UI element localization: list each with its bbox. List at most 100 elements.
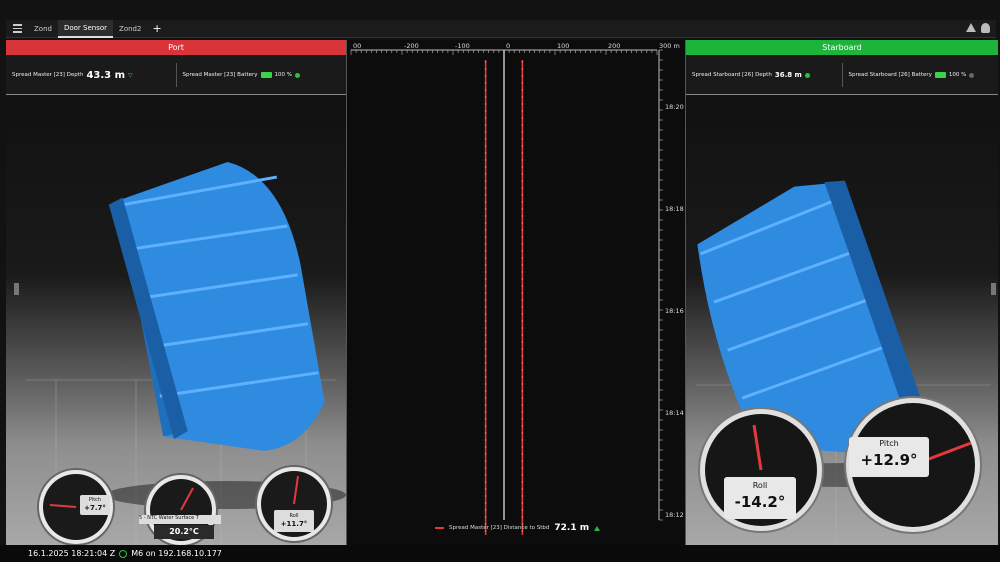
series-point bbox=[484, 187, 487, 189]
x-tick-label: 00 bbox=[353, 42, 361, 50]
series-point bbox=[484, 355, 487, 357]
menu-icon[interactable] bbox=[6, 20, 28, 38]
starboard-depth-value: 36.8 m bbox=[774, 71, 802, 79]
series-point bbox=[521, 474, 524, 476]
series-point bbox=[484, 313, 487, 315]
port-roll-value: +11.7° bbox=[280, 520, 308, 528]
series-point bbox=[521, 418, 524, 420]
series-point bbox=[484, 222, 487, 224]
series-point bbox=[484, 96, 487, 98]
tab-zond2[interactable]: Zond2 bbox=[113, 20, 147, 38]
starboard-roll-label: Roll bbox=[752, 481, 768, 490]
series-point bbox=[521, 432, 524, 434]
series-swatch bbox=[435, 527, 444, 529]
battery-icon bbox=[934, 72, 946, 78]
left-resize-handle[interactable] bbox=[14, 283, 19, 295]
series-point bbox=[484, 110, 487, 112]
series-point bbox=[484, 208, 487, 210]
series-point bbox=[521, 292, 524, 294]
series-point bbox=[484, 299, 487, 301]
series-point bbox=[484, 89, 487, 91]
series-point bbox=[521, 166, 524, 168]
series-point bbox=[521, 397, 524, 399]
series-point bbox=[521, 306, 524, 308]
series-point bbox=[521, 61, 524, 63]
series-point bbox=[521, 215, 524, 217]
starboard-battery-value: 100 % bbox=[948, 72, 967, 78]
series-point bbox=[521, 362, 524, 364]
port-3d-view[interactable]: Pitch +7.7° 5 - NTC Water Surface T 20.2… bbox=[6, 95, 346, 545]
series-point bbox=[521, 89, 524, 91]
user-icon[interactable] bbox=[981, 23, 990, 33]
series-point bbox=[484, 369, 487, 371]
series-point bbox=[521, 145, 524, 147]
tab-door-sensor[interactable]: Door Sensor bbox=[57, 19, 114, 38]
port-title: Port bbox=[6, 40, 346, 55]
series-point bbox=[484, 306, 487, 308]
legend-value: 72.1 m bbox=[554, 523, 590, 533]
series-point bbox=[521, 411, 524, 413]
trend-down-icon: ▽ bbox=[128, 71, 133, 79]
series-point bbox=[521, 250, 524, 252]
distance-chart[interactable]: 00 -200 -100 0 100 200 300 m 18:20 18:18 18:16 18:… bbox=[346, 40, 686, 545]
status-icon bbox=[969, 72, 975, 78]
x-tick-label: 100 bbox=[557, 42, 569, 50]
series-point bbox=[521, 222, 524, 224]
series-point bbox=[484, 61, 487, 63]
series-point bbox=[521, 341, 524, 343]
series-point bbox=[484, 103, 487, 105]
series-point bbox=[521, 124, 524, 126]
starboard-pitch-value: +12.9° bbox=[860, 451, 918, 469]
series-point bbox=[521, 334, 524, 336]
port-roll-label: Roll bbox=[289, 513, 299, 519]
series-point bbox=[521, 110, 524, 112]
series-point bbox=[521, 75, 524, 77]
series-point bbox=[521, 271, 524, 273]
series-point bbox=[484, 166, 487, 168]
port-depth-label: Spread Master [23] Depth bbox=[12, 72, 84, 78]
port-depth-widget[interactable]: Spread Master [23] Depth 43.3 m ▽ bbox=[6, 63, 177, 87]
series-point bbox=[521, 201, 524, 203]
battery-icon bbox=[260, 72, 272, 78]
status-datetime: 16.1.2025 18:21:04 Z bbox=[28, 549, 116, 558]
starboard-roll-value: -14.2° bbox=[734, 493, 786, 511]
status-host: M6 on 192.168.10.177 bbox=[131, 549, 222, 558]
series-point bbox=[484, 425, 487, 427]
tab-bar: Zond Door Sensor Zond2 + bbox=[6, 19, 996, 38]
tab-zond[interactable]: Zond bbox=[28, 20, 58, 38]
series-point bbox=[521, 404, 524, 406]
distance-chart-svg: 00 -200 -100 0 100 200 300 m 18:20 18:18 18:16 18:… bbox=[350, 42, 684, 535]
series-point bbox=[484, 411, 487, 413]
port-panel: Port Spread Master [23] Depth 43.3 m ▽ S… bbox=[6, 40, 346, 545]
starboard-3d-view[interactable]: Roll -14.2° Pitch +12.9° bbox=[686, 95, 998, 545]
x-tick-label: 300 m bbox=[659, 42, 680, 50]
starboard-title: Starboard bbox=[686, 40, 998, 55]
status-bar: 16.1.2025 18:21:04 Z M6 on 192.168.10.17… bbox=[0, 545, 1000, 562]
starboard-panel: Starboard Spread Starboard [26] Depth 36… bbox=[686, 40, 998, 545]
x-tick-label: 0 bbox=[506, 42, 510, 50]
trend-up-icon bbox=[594, 525, 601, 531]
series-point bbox=[484, 131, 487, 133]
series-point bbox=[521, 516, 524, 518]
series-point bbox=[521, 68, 524, 70]
series-point bbox=[521, 502, 524, 504]
time-tick-label: 18:16 bbox=[665, 307, 684, 315]
series-point bbox=[521, 446, 524, 448]
starboard-battery-widget[interactable]: Spread Starboard [26] Battery 100 % bbox=[843, 63, 999, 87]
port-pitch-value: +7.7° bbox=[84, 504, 106, 512]
series-point bbox=[484, 327, 487, 329]
series-point bbox=[484, 439, 487, 441]
series-point bbox=[521, 355, 524, 357]
port-battery-widget[interactable]: Spread Master [23] Battery 100 % bbox=[177, 63, 347, 87]
series-point bbox=[484, 418, 487, 420]
series-point bbox=[484, 348, 487, 350]
add-tab-button[interactable]: + bbox=[147, 22, 166, 35]
starboard-depth-widget[interactable]: Spread Starboard [26] Depth 36.8 m bbox=[686, 63, 843, 87]
series-point bbox=[484, 117, 487, 119]
series-point bbox=[484, 334, 487, 336]
series-point bbox=[484, 481, 487, 483]
series-point bbox=[484, 82, 487, 84]
warning-icon[interactable] bbox=[966, 23, 976, 32]
series-point bbox=[521, 194, 524, 196]
right-resize-handle[interactable] bbox=[991, 283, 996, 295]
